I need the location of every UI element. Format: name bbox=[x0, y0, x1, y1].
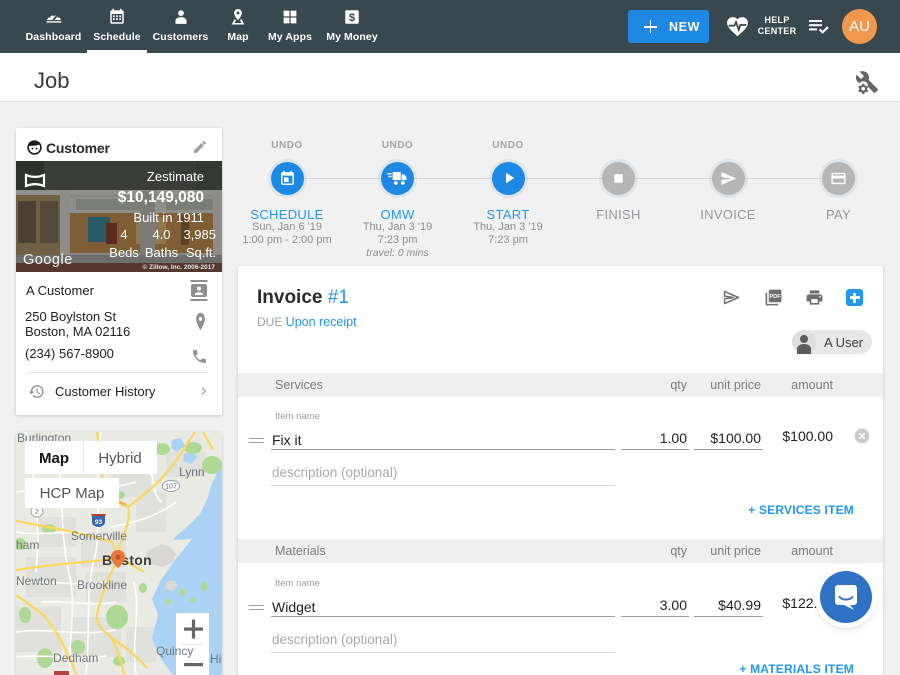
svg-text:$: $ bbox=[349, 12, 356, 24]
svg-text:Zestimate: Zestimate bbox=[147, 169, 204, 184]
svg-text:Google: Google bbox=[23, 252, 73, 268]
svg-text:2: 2 bbox=[35, 509, 39, 516]
svg-text:Lynn: Lynn bbox=[179, 465, 205, 479]
svg-text:PDF: PDF bbox=[769, 294, 781, 300]
svg-text:HCP Map: HCP Map bbox=[40, 485, 105, 502]
svg-text:Newton: Newton bbox=[16, 574, 57, 588]
svg-text:Beds: Beds bbox=[109, 245, 139, 260]
svg-text:Boston: Boston bbox=[102, 552, 152, 568]
svg-text:93: 93 bbox=[95, 519, 103, 526]
svg-text:ham: ham bbox=[16, 538, 39, 552]
svg-text:4: 4 bbox=[120, 227, 127, 242]
svg-text:Hybrid: Hybrid bbox=[98, 450, 141, 467]
svg-text:Dedham: Dedham bbox=[53, 651, 98, 665]
svg-text:Baths: Baths bbox=[145, 245, 179, 260]
svg-text:107: 107 bbox=[165, 484, 177, 491]
svg-text:4.0: 4.0 bbox=[152, 227, 170, 242]
svg-text:Sq.ft.: Sq.ft. bbox=[186, 245, 216, 260]
svg-text:Quincy: Quincy bbox=[156, 644, 193, 658]
svg-text:Brookline: Brookline bbox=[77, 578, 127, 592]
svg-text:3,985: 3,985 bbox=[183, 227, 216, 242]
svg-text:© Zillow, Inc. 2006-2017: © Zillow, Inc. 2006-2017 bbox=[143, 263, 216, 271]
svg-text:Map: Map bbox=[39, 450, 69, 467]
svg-text:Somerville: Somerville bbox=[71, 529, 127, 543]
svg-text:Hi: Hi bbox=[210, 652, 221, 666]
svg-text:$10,149,080: $10,149,080 bbox=[118, 189, 204, 206]
svg-text:Built in 1911: Built in 1911 bbox=[133, 210, 204, 225]
